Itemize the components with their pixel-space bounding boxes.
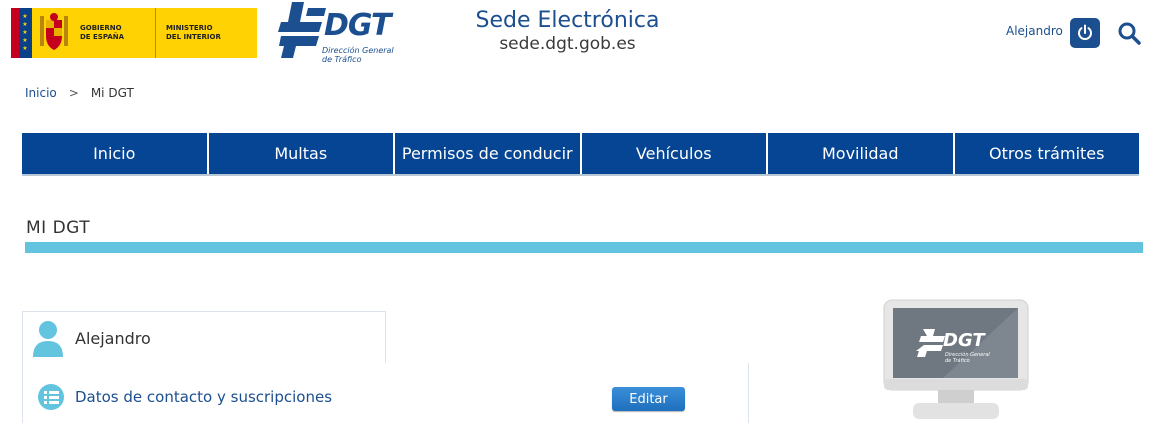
nav-item-inicio[interactable]: Inicio bbox=[22, 133, 209, 174]
contact-subscriptions-link[interactable]: Datos de contacto y suscripciones bbox=[75, 388, 332, 406]
user-avatar-icon bbox=[33, 320, 63, 357]
nav-item-movilidad[interactable]: Movilidad bbox=[768, 133, 955, 174]
page-title: MI DGT bbox=[26, 218, 91, 238]
monitor-sub1: Dirección General bbox=[945, 351, 990, 358]
breadcrumb-current: Mi DGT bbox=[90, 86, 134, 100]
profile-name: Alejandro bbox=[75, 329, 151, 348]
eu-flag-icon: ★ ★ ★ ★ ★ bbox=[11, 8, 32, 58]
sede-url: sede.dgt.gob.es bbox=[499, 34, 636, 54]
monitor-sub2: de Tráfico bbox=[945, 357, 970, 364]
edit-button[interactable]: Editar bbox=[612, 387, 685, 411]
dgt-logo[interactable]: DGT Dirección General de Tráfico bbox=[278, 2, 413, 68]
contact-subscriptions-row: Datos de contacto y suscripciones bbox=[37, 383, 332, 411]
logout-button[interactable] bbox=[1070, 18, 1100, 48]
search-button[interactable] bbox=[1116, 20, 1142, 46]
gobierno-logo[interactable]: ★ ★ ★ ★ ★ GOBIERNO DE ESPAÑA MINISTERIO DEL … bbox=[11, 8, 257, 58]
nav-item-otros-tramites[interactable]: Otros trámites bbox=[954, 133, 1139, 174]
nav-item-permisos[interactable]: Permisos de conducir bbox=[395, 133, 582, 174]
monitor-illustration: DGT Dirección General de Tráfico bbox=[883, 299, 1029, 419]
dgt-wordmark: DGT bbox=[324, 8, 391, 43]
power-icon bbox=[1078, 24, 1092, 40]
coat-of-arms-icon bbox=[32, 8, 76, 58]
nav-item-multas[interactable]: Multas bbox=[208, 133, 395, 174]
breadcrumb-home-link[interactable]: Inicio bbox=[25, 86, 57, 100]
dgt-subtitle: Dirección General de Tráfico bbox=[322, 46, 394, 64]
gobierno-text: GOBIERNO DE ESPAÑA bbox=[76, 8, 156, 58]
title-underline-bar bbox=[25, 242, 1143, 253]
profile-tab: Alejandro bbox=[22, 311, 386, 365]
main-nav: Inicio Multas Permisos de conducir Vehíc… bbox=[22, 133, 1139, 174]
user-name-link[interactable]: Alejandro bbox=[1006, 24, 1063, 38]
search-icon bbox=[1118, 22, 1141, 45]
list-icon bbox=[38, 384, 64, 410]
nav-item-vehiculos[interactable]: Vehículos bbox=[581, 133, 768, 174]
ministerio-text: MINISTERIO DEL INTERIOR bbox=[166, 24, 221, 41]
dgt-cross-icon bbox=[278, 2, 326, 58]
monitor-brand: DGT bbox=[943, 330, 986, 351]
chevron-right-icon: > bbox=[68, 86, 79, 100]
sede-title-block: Sede Electrónica sede.dgt.gob.es bbox=[470, 8, 665, 54]
breadcrumb: Inicio > Mi DGT bbox=[25, 86, 134, 100]
sede-title: Sede Electrónica bbox=[475, 8, 660, 33]
